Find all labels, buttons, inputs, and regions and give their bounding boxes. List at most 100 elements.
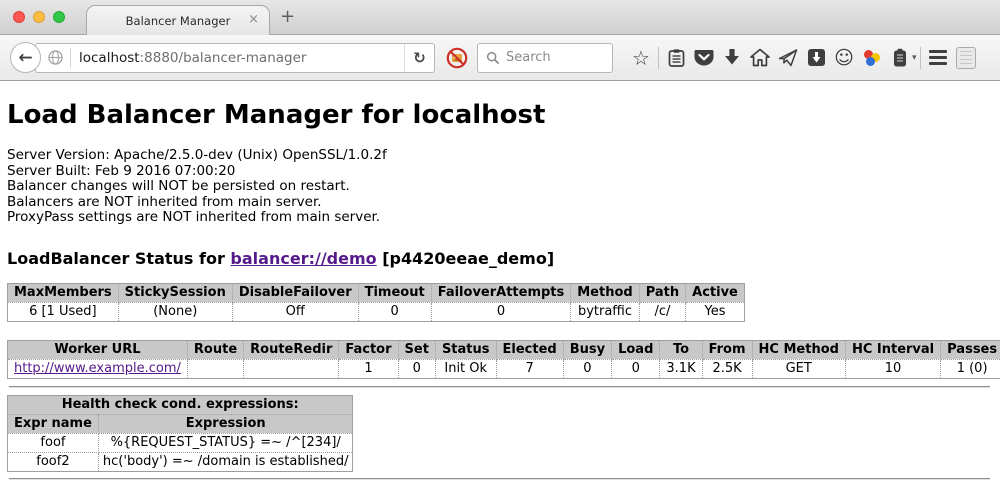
stickysession-cell: (None) bbox=[118, 302, 232, 321]
expression-cell: %{REQUEST_STATUS} =~ /^[234]/ bbox=[98, 433, 353, 452]
balancer-demo-link[interactable]: balancer://demo bbox=[230, 249, 376, 268]
image-blocked-icon bbox=[446, 47, 468, 69]
expression-cell: hc('body') =~ /domain is established/ bbox=[98, 452, 353, 471]
url-bar[interactable]: localhost:8880/balancer-manager ↻ bbox=[35, 43, 435, 73]
table-row: 6 [1 Used] (None) Off 0 0 bytraffic /c/ … bbox=[8, 302, 745, 321]
tab-title: Balancer Manager bbox=[126, 14, 231, 28]
column-header: FailoverAttempts bbox=[431, 283, 571, 302]
menu-button[interactable] bbox=[924, 44, 952, 72]
search-icon bbox=[486, 51, 500, 65]
tiles-button[interactable] bbox=[952, 44, 980, 72]
feedback-button[interactable]: ☺ bbox=[830, 44, 858, 72]
reload-button[interactable]: ↻ bbox=[404, 44, 434, 72]
home-icon bbox=[750, 48, 770, 67]
bookmark-star-button[interactable]: ☆ bbox=[627, 44, 655, 72]
column-header: Expr name bbox=[8, 414, 99, 433]
column-header: MaxMembers bbox=[8, 283, 119, 302]
column-header: Expression bbox=[98, 414, 353, 433]
toolbar-separator bbox=[920, 47, 921, 69]
color-picker-button[interactable] bbox=[858, 44, 886, 72]
table-row: foof %{REQUEST_STATUS} =~ /^[234]/ bbox=[8, 433, 353, 452]
toolbar-separator bbox=[658, 47, 659, 69]
browser-tab[interactable]: Balancer Manager × bbox=[86, 5, 270, 35]
column-header: DisableFailover bbox=[232, 283, 358, 302]
bottom-divider bbox=[9, 478, 990, 480]
expr-name-cell: foof2 bbox=[8, 452, 99, 471]
table-header-row: MaxMembers StickySession DisableFailover… bbox=[8, 283, 745, 302]
factor-cell: 1 bbox=[339, 359, 398, 378]
window-zoom-button[interactable] bbox=[53, 11, 65, 23]
reading-list-button[interactable] bbox=[662, 44, 690, 72]
to-cell: 3.1K bbox=[660, 359, 702, 378]
worker-table: Worker URL Route RouteRedir Factor Set S… bbox=[7, 340, 1000, 379]
column-header: Status bbox=[435, 340, 496, 359]
column-header: Active bbox=[686, 283, 745, 302]
url-input[interactable]: localhost:8880/balancer-manager bbox=[79, 50, 404, 66]
from-cell: 2.5K bbox=[702, 359, 752, 378]
table-title-row: Health check cond. expressions: bbox=[8, 395, 353, 414]
inherit-notice-line: Balancers are NOT inherited from main se… bbox=[7, 195, 992, 211]
column-header: Load bbox=[612, 340, 660, 359]
paper-plane-icon bbox=[778, 49, 798, 67]
url-host: localhost bbox=[79, 50, 140, 66]
worker-url-link[interactable]: http://www.example.com/ bbox=[14, 361, 181, 376]
page-grid-icon bbox=[956, 47, 976, 69]
clipboard-icon bbox=[667, 48, 686, 68]
loadbalancer-status-heading: LoadBalancer Status for balancer://demo … bbox=[7, 249, 992, 268]
timeout-cell: 0 bbox=[358, 302, 431, 321]
table-header-row: Expr name Expression bbox=[8, 414, 353, 433]
load-cell: 0 bbox=[612, 359, 660, 378]
back-button[interactable]: ← bbox=[10, 42, 41, 73]
search-placeholder: Search bbox=[506, 50, 551, 65]
routeredir-cell bbox=[244, 359, 339, 378]
proxypass-notice-line: ProxyPass settings are NOT inherited fro… bbox=[7, 210, 992, 226]
table-header-row: Worker URL Route RouteRedir Factor Set S… bbox=[8, 340, 1000, 359]
window-controls bbox=[13, 11, 65, 23]
section-divider bbox=[9, 386, 990, 388]
column-header: Method bbox=[571, 283, 639, 302]
container-button[interactable] bbox=[886, 44, 914, 72]
column-header: From bbox=[702, 340, 752, 359]
window-close-button[interactable] bbox=[13, 11, 25, 23]
share-button[interactable] bbox=[774, 44, 802, 72]
container-icon bbox=[893, 48, 907, 68]
column-header: RouteRedir bbox=[244, 340, 339, 359]
method-cell: bytraffic bbox=[571, 302, 639, 321]
url-path: :8880/balancer-manager bbox=[140, 50, 307, 66]
worker-url-cell: http://www.example.com/ bbox=[8, 359, 188, 378]
server-version-line: Server Version: Apache/2.5.0-dev (Unix) … bbox=[7, 148, 992, 164]
tab-close-icon[interactable]: × bbox=[248, 12, 259, 28]
hc-interval-cell: 10 bbox=[845, 359, 940, 378]
maxmembers-cell: 6 [1 Used] bbox=[8, 302, 119, 321]
smiley-icon: ☺ bbox=[834, 47, 854, 69]
column-header: To bbox=[660, 340, 702, 359]
window-minimize-button[interactable] bbox=[33, 11, 45, 23]
column-header: HC Method bbox=[752, 340, 845, 359]
globe-icon bbox=[48, 50, 63, 65]
box-download-icon bbox=[807, 48, 826, 67]
images-blocked-button[interactable] bbox=[446, 47, 468, 69]
failoverattempts-cell: 0 bbox=[431, 302, 571, 321]
status-heading-suffix: [p4420eeae_demo] bbox=[377, 249, 555, 268]
page-content: Load Balancer Manager for localhost Serv… bbox=[0, 81, 1000, 480]
pocket-button[interactable] bbox=[690, 44, 718, 72]
path-cell: /c/ bbox=[639, 302, 685, 321]
search-bar[interactable]: Search bbox=[477, 43, 613, 73]
column-header: Passes bbox=[941, 340, 1000, 359]
chevron-down-icon[interactable]: ▾ bbox=[912, 53, 917, 63]
balancer-status-table: MaxMembers StickySession DisableFailover… bbox=[7, 283, 745, 322]
column-header: Elected bbox=[496, 340, 563, 359]
busy-cell: 0 bbox=[563, 359, 611, 378]
reload-icon: ↻ bbox=[413, 49, 426, 67]
pocket-icon bbox=[694, 49, 714, 67]
home-button[interactable] bbox=[746, 44, 774, 72]
persist-notice-line: Balancer changes will NOT be persisted o… bbox=[7, 179, 992, 195]
downloads-button[interactable] bbox=[718, 44, 746, 72]
table-row: foof2 hc('body') =~ /domain is establish… bbox=[8, 452, 353, 471]
server-built-line: Server Built: Feb 9 2016 07:00:20 bbox=[7, 164, 992, 180]
urlbar-divider bbox=[70, 48, 71, 68]
save-to-device-button[interactable] bbox=[802, 44, 830, 72]
new-tab-button[interactable]: + bbox=[280, 7, 295, 27]
hc-method-cell: GET bbox=[752, 359, 845, 378]
column-header: Factor bbox=[339, 340, 398, 359]
